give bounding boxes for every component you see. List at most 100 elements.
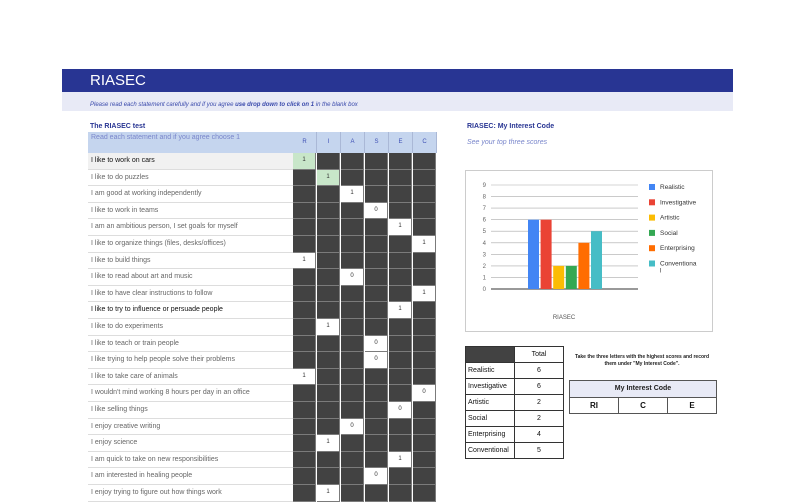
blocked-cell xyxy=(413,451,436,469)
answer-cell[interactable]: 1 xyxy=(317,319,340,336)
blocked-cell xyxy=(341,435,364,452)
totals-row: Conventional 5 xyxy=(465,442,564,459)
y-tick-label: 4 xyxy=(483,241,487,247)
answer-cell[interactable]: 1 xyxy=(293,368,316,386)
blocked-cell xyxy=(389,153,412,170)
blocked-cell xyxy=(389,335,412,353)
answer-cell[interactable]: 1 xyxy=(413,236,436,253)
totals-value: 5 xyxy=(514,442,564,459)
blocked-cell xyxy=(413,368,436,386)
totals-value: 2 xyxy=(514,410,564,427)
code-title: My Interest Code xyxy=(569,380,717,398)
statement-label: I am quick to take on new responsibiliti… xyxy=(88,452,293,469)
y-tick-label: 0 xyxy=(483,287,487,293)
answer-cell[interactable]: 1 xyxy=(293,153,316,170)
blocked-cell xyxy=(293,435,316,452)
blocked-cell xyxy=(317,335,340,353)
answer-cell[interactable]: 1 xyxy=(317,485,340,502)
blocked-cell xyxy=(389,285,412,303)
interest-code-title: RIASEC: My Interest Code xyxy=(467,123,555,130)
blocked-cell xyxy=(317,269,340,286)
answer-cell[interactable]: 0 xyxy=(365,202,388,220)
answer-cell[interactable]: 0 xyxy=(365,335,388,353)
blocked-cell xyxy=(365,368,388,386)
totals-row: Artistic 2 xyxy=(465,394,564,411)
totals-row: Realistic 6 xyxy=(465,362,564,379)
blocked-cell xyxy=(389,485,412,502)
instructions-text: Please read each statement carefully and… xyxy=(90,102,358,108)
blocked-cell xyxy=(365,302,388,319)
blocked-cell xyxy=(413,219,436,236)
statement-label: I like to work on cars xyxy=(88,153,293,170)
totals-label: Social xyxy=(465,410,515,427)
blocked-cell xyxy=(317,236,340,253)
blocked-cell xyxy=(293,485,316,502)
y-tick-label: 8 xyxy=(483,195,487,201)
blocked-cell xyxy=(365,236,388,253)
blocked-cell xyxy=(413,468,436,485)
blocked-cell xyxy=(317,186,340,203)
answer-cell[interactable]: 0 xyxy=(365,468,388,485)
blocked-cell xyxy=(317,202,340,220)
blocked-cell xyxy=(293,319,316,336)
blocked-cell xyxy=(293,418,316,436)
totals-row: Social 2 xyxy=(465,410,564,427)
blocked-cell xyxy=(365,252,388,270)
blocked-cell xyxy=(365,385,388,402)
blocked-cell xyxy=(317,285,340,303)
statement-label: I wouldn't mind working 8 hours per day … xyxy=(88,385,293,402)
blocked-cell xyxy=(341,169,364,187)
blocked-cell xyxy=(293,402,316,419)
blocked-cell xyxy=(341,385,364,402)
statement-label: I like trying to help people solve their… xyxy=(88,352,293,369)
totals-value: 6 xyxy=(514,378,564,395)
code-instructions: Take the three letters with the highest … xyxy=(574,354,710,367)
answer-cell[interactable]: 1 xyxy=(317,435,340,452)
blocked-cell xyxy=(317,219,340,236)
blocked-cell xyxy=(293,468,316,485)
blocked-cell xyxy=(365,269,388,286)
blocked-cell xyxy=(341,402,364,419)
blocked-cell xyxy=(365,418,388,436)
answer-cell[interactable]: 1 xyxy=(293,252,316,270)
legend-label: Artistic xyxy=(660,215,680,222)
y-tick-label: 1 xyxy=(483,275,487,281)
blocked-cell xyxy=(341,285,364,303)
answer-cell[interactable]: 1 xyxy=(389,219,412,236)
blocked-cell xyxy=(317,368,340,386)
y-tick-label: 2 xyxy=(483,264,487,270)
code-box-1[interactable]: RI xyxy=(569,397,619,414)
answer-cell[interactable]: 0 xyxy=(413,385,436,402)
answer-cell[interactable]: 0 xyxy=(365,352,388,369)
y-tick-label: 6 xyxy=(483,218,487,224)
legend-label: Social xyxy=(660,230,678,237)
totals-label: Investigative xyxy=(465,378,515,395)
blocked-cell xyxy=(389,252,412,270)
interest-code-subtitle: See your top three scores xyxy=(467,139,548,146)
answer-cell[interactable]: 0 xyxy=(341,269,364,286)
header-instruction-cell: Read each statement and if you agree cho… xyxy=(88,132,293,153)
answer-cell[interactable]: 1 xyxy=(317,169,340,187)
answer-cell[interactable]: 1 xyxy=(389,451,412,469)
column-header-r: R xyxy=(293,132,317,153)
blocked-cell xyxy=(389,269,412,286)
blocked-cell xyxy=(413,269,436,286)
totals-label: Artistic xyxy=(465,394,515,411)
statement-label: I like to organize things (files, desks/… xyxy=(88,236,293,253)
legend-label: Realistic xyxy=(660,184,685,191)
blocked-cell xyxy=(365,451,388,469)
statement-label: I am interested in healing people xyxy=(88,468,293,485)
blocked-cell xyxy=(389,169,412,187)
blocked-cell xyxy=(389,186,412,203)
answer-cell[interactable]: 1 xyxy=(389,302,412,319)
code-box-2[interactable]: C xyxy=(618,397,668,414)
answer-cell[interactable]: 1 xyxy=(341,186,364,203)
answer-cell[interactable]: 0 xyxy=(341,418,364,436)
answer-cell[interactable]: 0 xyxy=(389,402,412,419)
blocked-cell xyxy=(365,319,388,336)
code-box-3[interactable]: E xyxy=(667,397,717,414)
legend-label: Investigative xyxy=(660,199,697,206)
blocked-cell xyxy=(341,468,364,485)
answer-cell[interactable]: 1 xyxy=(413,285,436,303)
blocked-cell xyxy=(365,219,388,236)
